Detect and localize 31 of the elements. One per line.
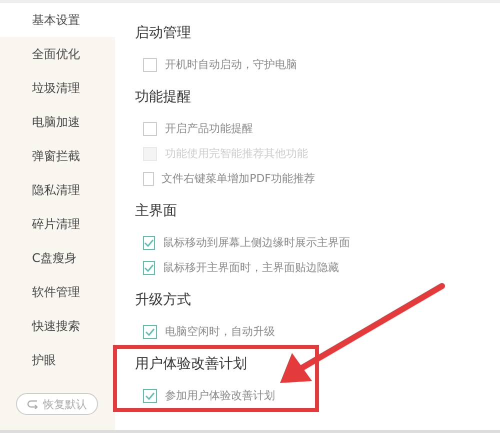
- checkbox[interactable]: [143, 58, 157, 72]
- section-heading: 升级方式: [135, 291, 192, 310]
- sidebar-item[interactable]: C盘瘦身: [0, 241, 115, 275]
- option-label: 开机时自动启动，守护电脑: [165, 57, 297, 72]
- sidebar-item[interactable]: 电脑加速: [0, 105, 115, 139]
- option-label: 文件右键菜单增加PDF功能推荐: [162, 171, 315, 186]
- section-heading: 功能提醒: [135, 88, 192, 107]
- sidebar-item[interactable]: 护眼: [0, 343, 115, 377]
- undo-icon: [27, 399, 39, 409]
- option-label: 鼠标移开主界面时，主界面贴边隐藏: [163, 260, 339, 275]
- sidebar-item[interactable]: 快速搜索: [0, 309, 115, 343]
- checkbox[interactable]: [143, 236, 155, 250]
- option-label: 鼠标移动到屏幕上侧边缘时展示主界面: [163, 235, 350, 250]
- sidebar-item[interactable]: 碎片清理: [0, 207, 115, 241]
- checkbox[interactable]: [143, 260, 155, 274]
- sidebar-item[interactable]: 垃圾清理: [0, 71, 115, 105]
- sidebar-item[interactable]: 基本设置: [0, 3, 115, 37]
- option-label: 开启产品功能提醒: [165, 121, 253, 136]
- checkbox[interactable]: [143, 388, 157, 402]
- checkbox[interactable]: [143, 324, 157, 338]
- section-heading: 主界面: [135, 202, 178, 221]
- checkbox[interactable]: [143, 122, 157, 136]
- sidebar-item[interactable]: 全面优化: [0, 37, 115, 71]
- sidebar-item[interactable]: 隐私清理: [0, 173, 115, 207]
- section-heading: 用户体验改善计划: [135, 355, 248, 374]
- sidebar-item[interactable]: 软件管理: [0, 275, 115, 309]
- option-label: 电脑空闲时，自动升级: [165, 324, 275, 339]
- section-heading: 启动管理: [135, 24, 192, 43]
- option-label: 参加用户体验改善计划: [165, 388, 275, 403]
- sidebar-item[interactable]: 弹窗拦截: [0, 139, 115, 173]
- checkbox[interactable]: [143, 172, 154, 186]
